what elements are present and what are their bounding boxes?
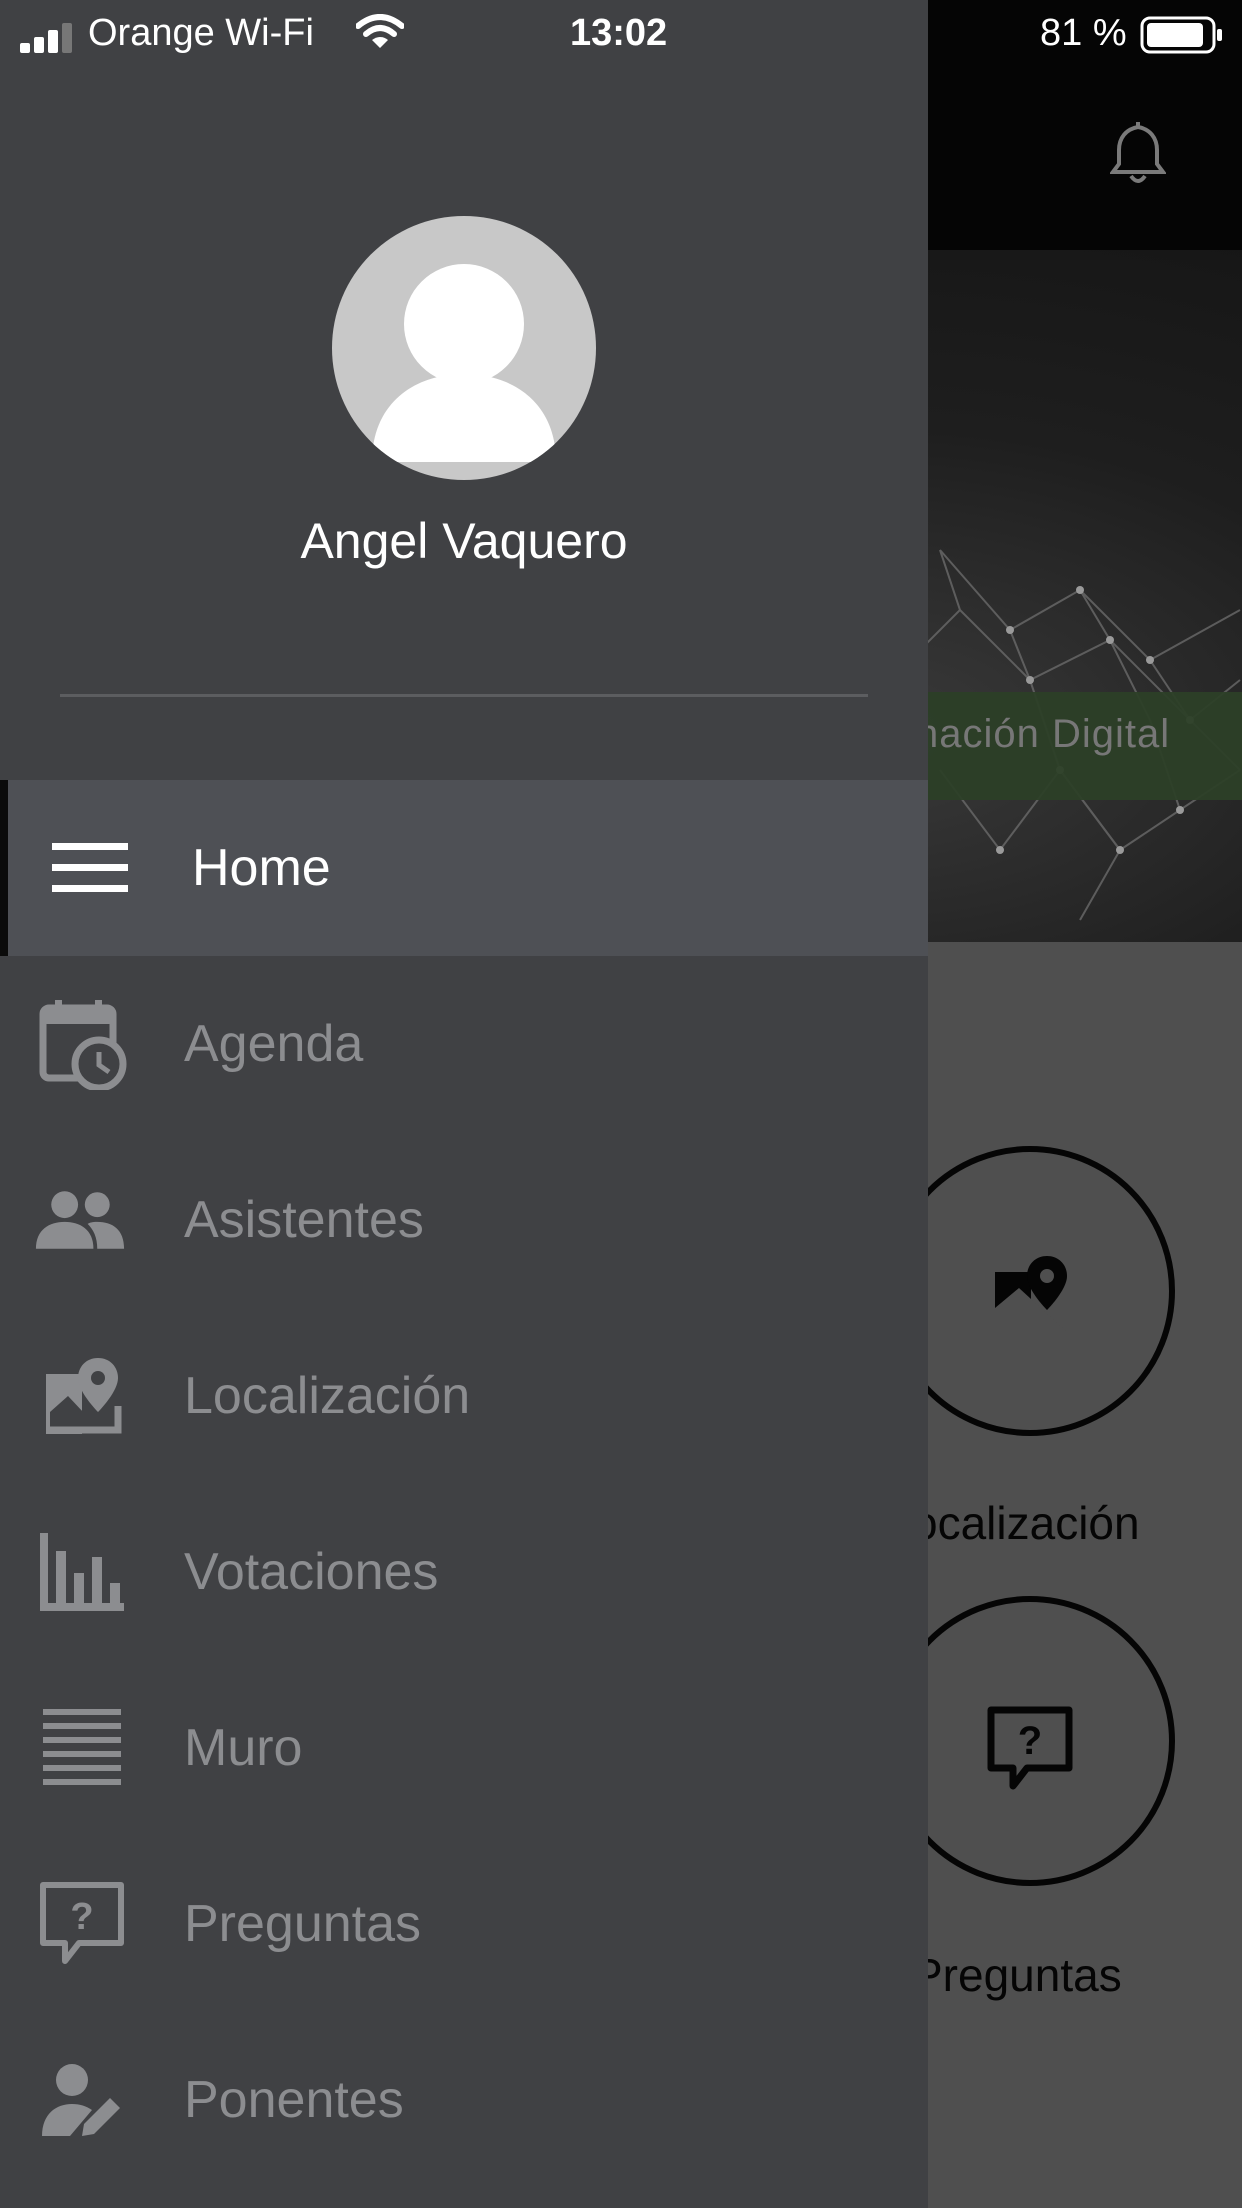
avatar[interactable]	[332, 216, 596, 480]
menu-item-label: Preguntas	[184, 1895, 422, 1953]
battery-percent: 81 %	[1040, 12, 1127, 54]
hamburger-icon	[44, 822, 136, 914]
menu-item-ponentes[interactable]: Ponentes	[0, 2012, 928, 2188]
svg-text:?: ?	[70, 1896, 93, 1938]
lines-icon	[36, 1702, 128, 1794]
carrier-name: Orange Wi-Fi	[88, 12, 314, 54]
svg-text:?: ?	[1018, 1719, 1042, 1763]
person-edit-icon	[36, 2054, 128, 2146]
menu-item-label: Agenda	[184, 1015, 364, 1073]
menu-item-label: Asistentes	[184, 1191, 424, 1249]
navigation-drawer: Angel Vaquero Home Agenda Asistentes Loc…	[0, 0, 928, 2208]
menu-item-votaciones[interactable]: Votaciones	[0, 1484, 928, 1660]
menu-item-asistentes[interactable]: Asistentes	[0, 1132, 928, 1308]
preguntas-tile[interactable]: ?	[885, 1596, 1175, 1886]
people-icon	[34, 1174, 126, 1266]
question-bubble-icon: ?	[987, 1706, 1073, 1797]
wifi-icon	[355, 14, 405, 60]
menu-item-label: Muro	[184, 1719, 303, 1777]
menu-item-label: Localización	[184, 1367, 471, 1425]
menu-item-label: Votaciones	[184, 1543, 439, 1601]
menu-item-label: Ponentes	[184, 2071, 404, 2129]
menu-item-preguntas[interactable]: ? Preguntas	[0, 1836, 928, 2012]
map-pin-icon	[991, 1252, 1071, 1341]
battery-icon	[1140, 16, 1224, 64]
menu-item-localizacion[interactable]: Localización	[0, 1308, 928, 1484]
bell-icon[interactable]	[1109, 118, 1167, 186]
question-bubble-icon: ?	[36, 1878, 128, 1970]
status-time: 13:02	[570, 12, 668, 54]
menu-item-agenda[interactable]: Agenda	[0, 956, 928, 1132]
localizacion-tile-label: ocalización	[912, 1497, 1140, 1549]
bar-chart-icon	[36, 1526, 128, 1618]
map-pin-icon	[36, 1350, 128, 1442]
menu-item-muro[interactable]: Muro	[0, 1660, 928, 1836]
drawer-menu: Home Agenda Asistentes Localización Vota…	[0, 780, 928, 2188]
user-name: Angel Vaquero	[300, 513, 628, 569]
menu-item-label: Home	[192, 839, 331, 897]
calendar-clock-icon	[36, 998, 128, 1090]
localizacion-tile[interactable]	[885, 1146, 1175, 1436]
menu-item-home[interactable]: Home	[0, 780, 928, 956]
cellular-signal-icon	[20, 20, 76, 63]
banner-text: nación Digital	[916, 712, 1171, 756]
preguntas-tile-label: Preguntas	[912, 1949, 1122, 2001]
status-bar: Orange Wi-Fi 13:02 81 %	[0, 0, 1242, 68]
divider	[60, 694, 868, 697]
